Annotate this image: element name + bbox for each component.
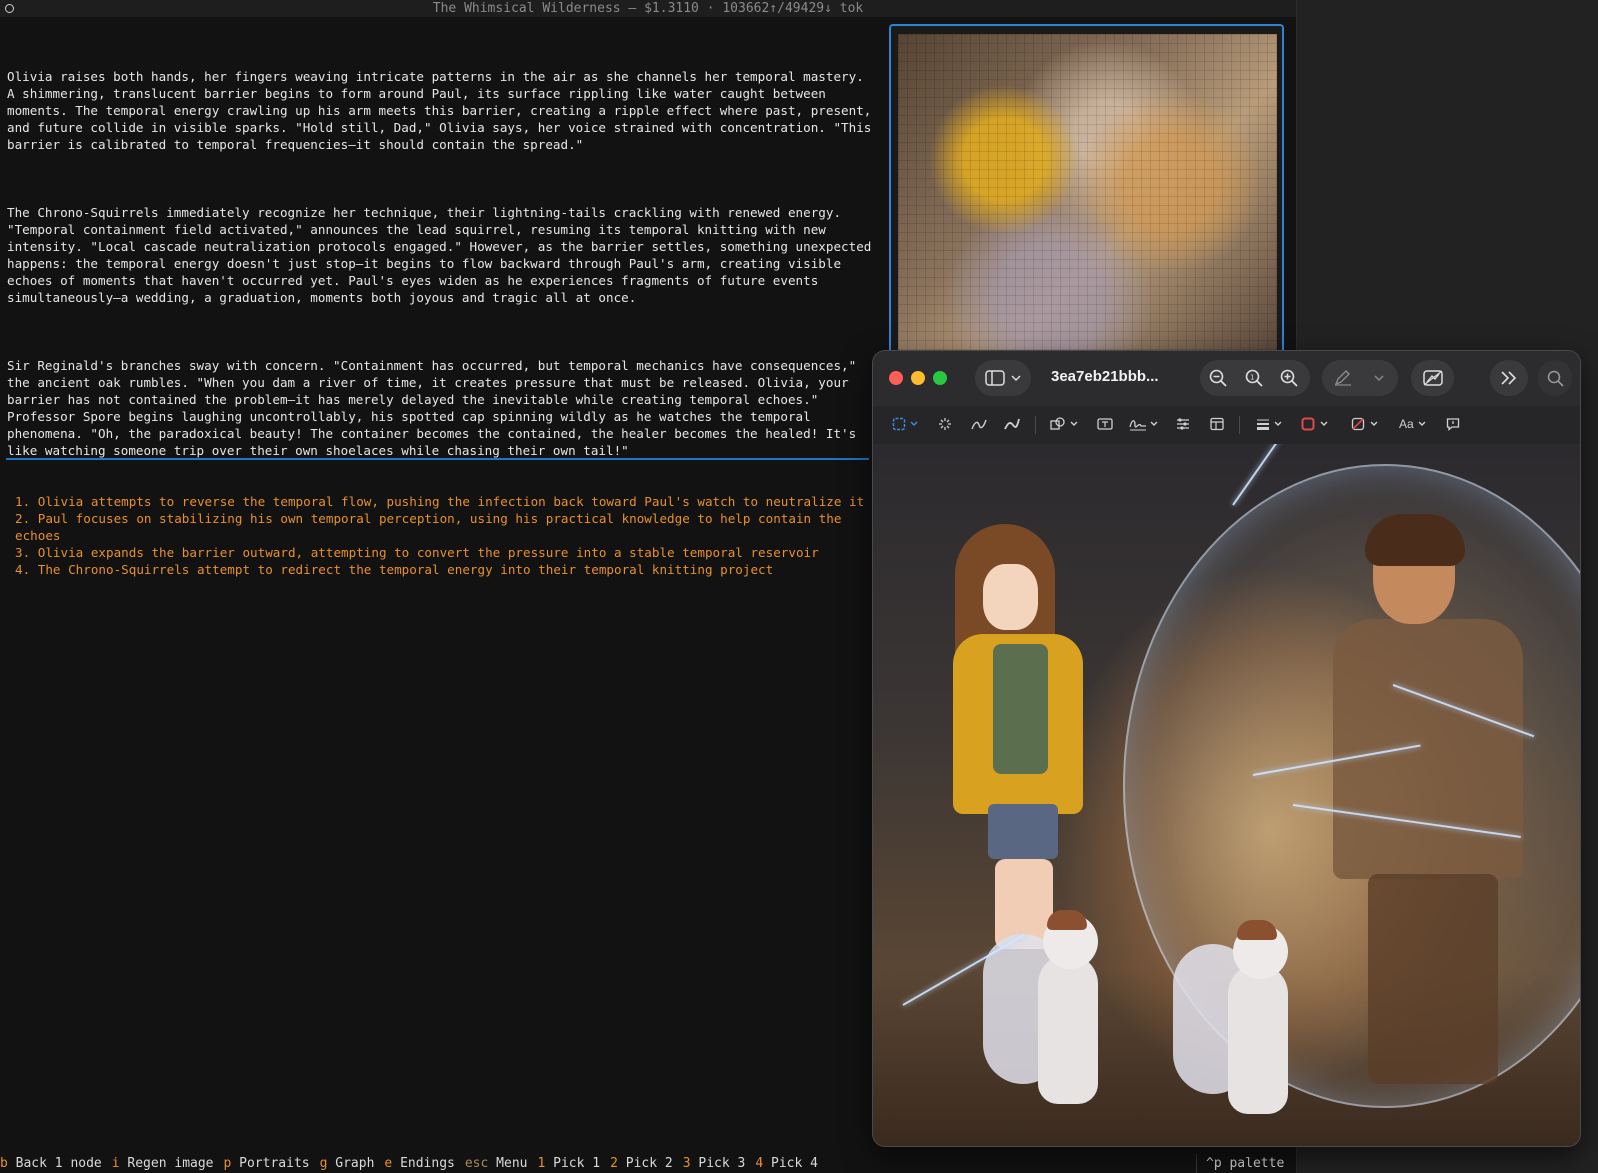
scene-thumbnail xyxy=(898,34,1277,354)
minimize-button[interactable] xyxy=(911,371,925,385)
chevron-down-icon xyxy=(1011,375,1021,382)
status-bar-item[interactable]: e Endings xyxy=(384,1156,454,1171)
window-title: 3ea7eb21bbb... xyxy=(1051,368,1159,385)
shapes-icon[interactable] xyxy=(1050,417,1066,431)
text-style-button[interactable]: Aa xyxy=(1399,417,1414,431)
hotkey-label: g xyxy=(319,1156,328,1171)
search-icon xyxy=(1547,370,1564,387)
status-bar-items: b Back 1 node i Regen image p Portraits g G… xyxy=(0,1156,828,1171)
status-bar-item[interactable]: i Regen image xyxy=(112,1156,214,1171)
hotkey-label: 3 xyxy=(682,1156,691,1171)
actual-size-icon[interactable]: 1 xyxy=(1245,369,1263,387)
squirrel-figure xyxy=(983,910,1103,1104)
adjust-color-icon[interactable] xyxy=(1176,417,1190,431)
terminal-title: The Whimsical Wilderness — $1.3110 · 103… xyxy=(432,1,864,16)
hotkey-label: 1 xyxy=(537,1156,546,1171)
hotkey-action: Pick 4 xyxy=(771,1156,818,1171)
more-icon xyxy=(1501,371,1517,385)
sidebar-toggle-button[interactable] xyxy=(975,360,1031,396)
status-bar-item[interactable]: 1 Pick 1 xyxy=(537,1156,600,1171)
page-layout-icon[interactable] xyxy=(1210,417,1224,431)
choice-item-4[interactable]: 4. The Chrono-Squirrels attempt to redir… xyxy=(15,561,875,578)
chevron-down-icon xyxy=(1374,375,1384,382)
man-figure xyxy=(1313,514,1543,1084)
status-bar: b Back 1 node i Regen image p Portraits g G… xyxy=(0,1154,1296,1173)
palette-hint[interactable]: ^p palette xyxy=(1196,1154,1284,1173)
hotkey-label: p xyxy=(223,1156,232,1171)
rectangle-select-icon[interactable] xyxy=(892,417,906,431)
draw-icon[interactable] xyxy=(1004,417,1020,431)
status-bar-item[interactable]: 2 Pick 2 xyxy=(610,1156,673,1171)
hotkey-label: b xyxy=(0,1156,8,1171)
status-bar-item[interactable]: p Portraits xyxy=(224,1156,310,1171)
chevron-down-icon[interactable] xyxy=(1070,421,1078,427)
hotkey-action: Menu xyxy=(496,1156,528,1171)
border-color-icon[interactable] xyxy=(1301,417,1315,431)
chevron-down-icon[interactable] xyxy=(1370,421,1378,427)
zoom-out-icon[interactable] xyxy=(1209,369,1227,387)
squirrel-figure xyxy=(1173,920,1293,1114)
girl-figure xyxy=(943,524,1093,949)
scene-image xyxy=(873,444,1580,1146)
hotkey-label: 4 xyxy=(755,1156,764,1171)
status-bar-item[interactable]: 3 Pick 3 xyxy=(683,1156,746,1171)
text-box-icon[interactable] xyxy=(1097,417,1113,431)
zoom-controls: 1 xyxy=(1200,360,1310,396)
hotkey-action: Endings xyxy=(400,1156,455,1171)
hotkey-action: Back 1 node xyxy=(15,1156,102,1171)
hotkey-action: Graph xyxy=(335,1156,375,1171)
svg-text:1: 1 xyxy=(1250,374,1254,382)
hotkey-action: Portraits xyxy=(239,1156,310,1171)
preview-window: 3ea7eb21bbb... 1 Aa xyxy=(873,351,1580,1146)
hotkey-label: 2 xyxy=(610,1156,618,1171)
chevron-down-icon[interactable] xyxy=(910,421,918,427)
story-paragraph: Sir Reginald's branches sway with concer… xyxy=(7,358,864,458)
terminal-title-bar: The Whimsical Wilderness — $1.3110 · 103… xyxy=(0,0,1296,17)
choice-item-3[interactable]: 3. Olivia expands the barrier outward, a… xyxy=(15,544,875,561)
hotkey-action: Regen image xyxy=(127,1156,214,1171)
line-style-icon[interactable] xyxy=(1256,417,1270,431)
rotate-crop-button[interactable] xyxy=(1411,360,1454,396)
window-toolbar: 3ea7eb21bbb... 1 xyxy=(873,351,1580,406)
annotation-icon[interactable] xyxy=(1446,417,1460,431)
chevron-down-icon[interactable] xyxy=(1274,421,1282,427)
close-button[interactable] xyxy=(889,371,903,385)
hotkey-label: e xyxy=(384,1156,393,1171)
status-bar-item[interactable]: b Back 1 node xyxy=(0,1156,102,1171)
status-bar-item[interactable]: esc Menu xyxy=(465,1156,528,1171)
choice-list: 1. Olivia attempts to reverse the tempor… xyxy=(15,493,875,578)
more-tools-button[interactable] xyxy=(1490,360,1528,396)
sketch-icon[interactable] xyxy=(971,417,987,431)
story-text: Olivia raises both hands, her fingers we… xyxy=(7,34,875,510)
choice-item-1[interactable]: 1. Olivia attempts to reverse the tempor… xyxy=(15,493,875,510)
circle-icon xyxy=(5,4,14,13)
signature-icon[interactable] xyxy=(1129,417,1147,431)
section-divider xyxy=(6,458,869,460)
instant-alpha-icon[interactable] xyxy=(938,417,952,431)
sidebar-icon xyxy=(985,370,1005,386)
story-paragraph: The Chrono-Squirrels immediately recogni… xyxy=(7,205,879,305)
chevron-down-icon[interactable] xyxy=(1150,421,1158,427)
hotkey-label: i xyxy=(111,1156,120,1171)
status-bar-item[interactable]: g Graph xyxy=(320,1156,375,1171)
crop-rotate-icon xyxy=(1423,370,1443,386)
zoom-in-icon[interactable] xyxy=(1280,369,1298,387)
search-button[interactable] xyxy=(1538,360,1572,396)
markup-toolbar: Aa xyxy=(873,406,1580,445)
chevron-down-icon[interactable] xyxy=(1320,421,1328,427)
maximize-button[interactable] xyxy=(933,371,947,385)
story-paragraph: Olivia raises both hands, her fingers we… xyxy=(7,69,879,152)
markup-pen-icon xyxy=(1334,370,1351,386)
hotkey-action: Pick 2 xyxy=(625,1156,673,1171)
markup-button[interactable] xyxy=(1322,360,1398,396)
hotkey-action: Pick 3 xyxy=(698,1156,746,1171)
fill-color-icon[interactable] xyxy=(1351,417,1365,431)
pixelated-image-preview xyxy=(889,24,1284,354)
status-bar-item[interactable]: 4 Pick 4 xyxy=(755,1156,818,1171)
chevron-down-icon[interactable] xyxy=(1418,421,1426,427)
hotkey-label: esc xyxy=(464,1156,489,1171)
hotkey-action: Pick 1 xyxy=(553,1156,601,1171)
choice-item-2[interactable]: 2. Paul focuses on stabilizing his own t… xyxy=(15,510,875,544)
